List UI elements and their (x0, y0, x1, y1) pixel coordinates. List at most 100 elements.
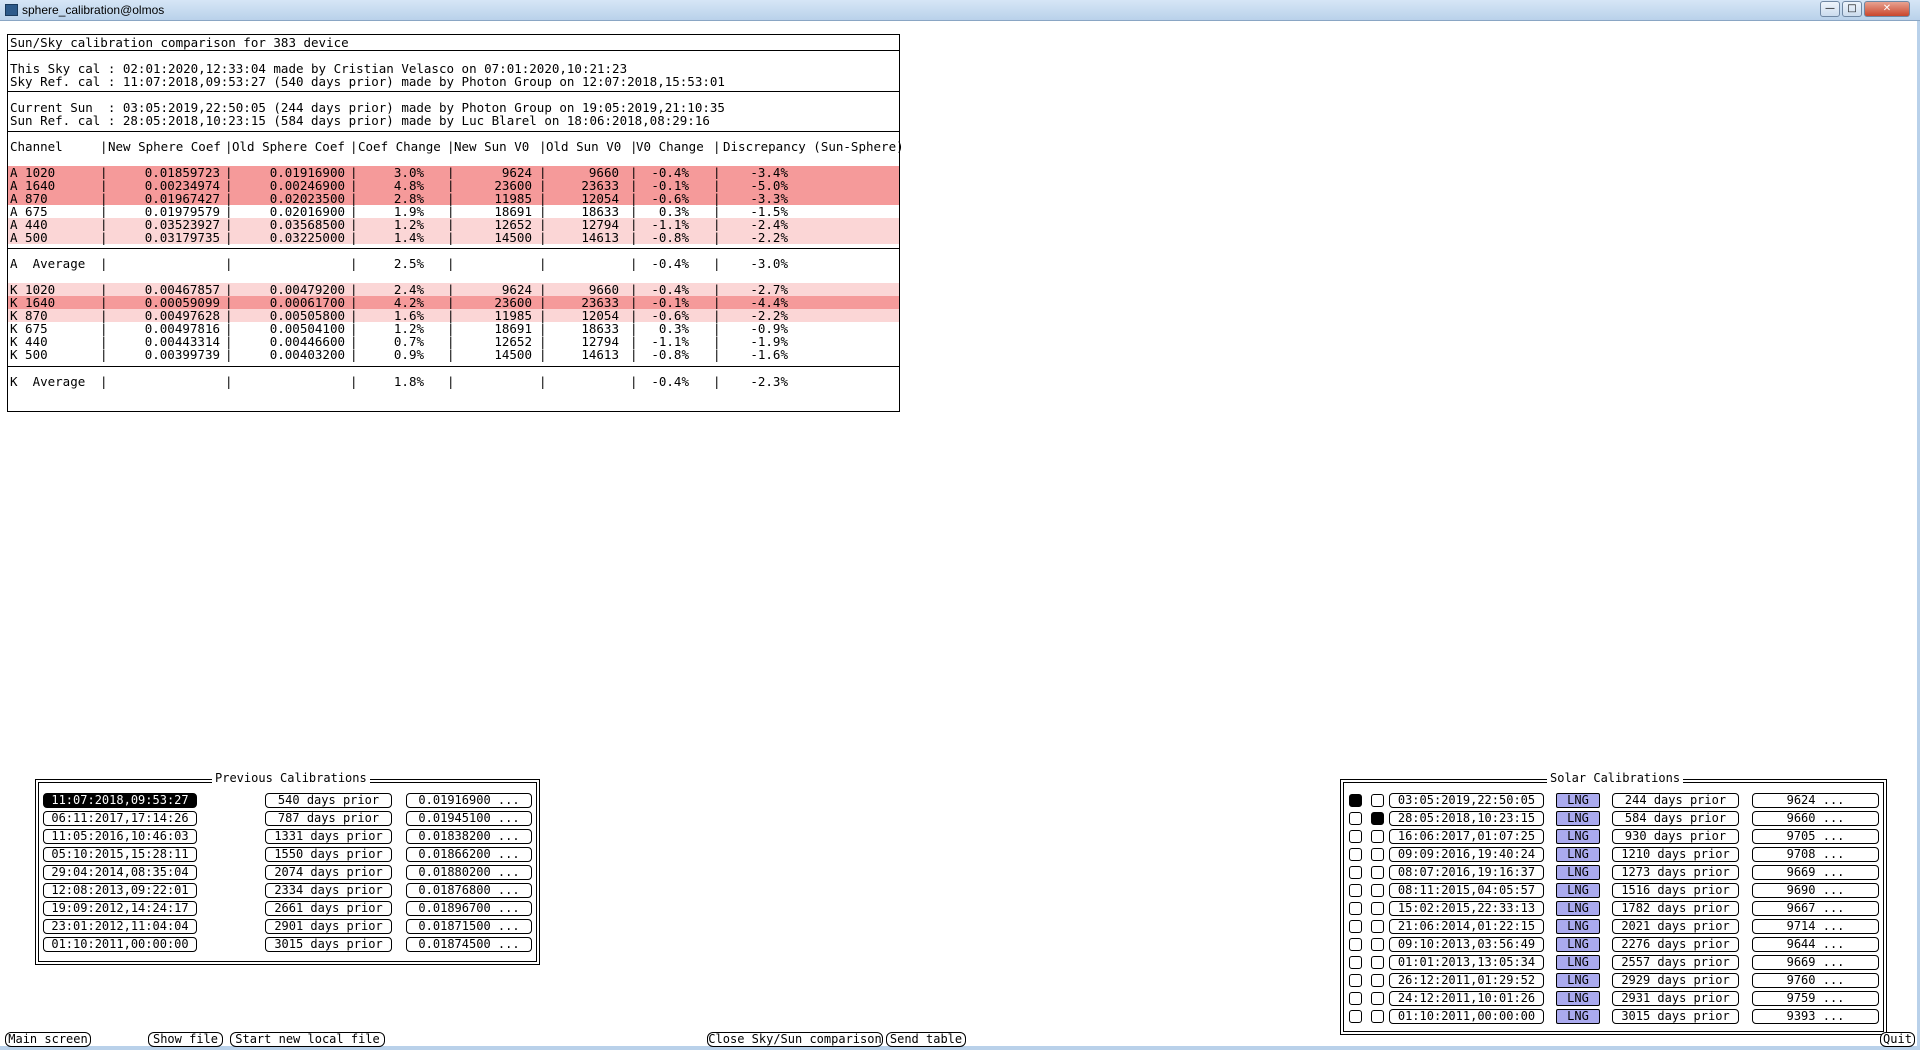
solar-calibration-v0[interactable]: 9624 ... (1752, 793, 1879, 808)
reference-sun-checkbox[interactable] (1371, 938, 1384, 951)
current-sun-checkbox[interactable] (1349, 794, 1362, 807)
previous-calibration-coef[interactable]: 0.01945100 ... (406, 811, 532, 826)
solar-calibration-days[interactable]: 2021 days prior (1612, 919, 1739, 934)
reference-sun-checkbox[interactable] (1371, 974, 1384, 987)
solar-calibration-days[interactable]: 2931 days prior (1612, 991, 1739, 1006)
previous-calibration-date[interactable]: 11:05:2016,10:46:03 (43, 829, 197, 844)
solar-calibration-days[interactable]: 1273 days prior (1612, 865, 1739, 880)
previous-calibration-coef[interactable]: 0.01880200 ... (406, 865, 532, 880)
previous-calibration-coef[interactable]: 0.01876800 ... (406, 883, 532, 898)
solar-calibration-days[interactable]: 3015 days prior (1612, 1009, 1739, 1024)
current-sun-checkbox[interactable] (1349, 830, 1362, 843)
reference-sun-checkbox[interactable] (1371, 920, 1384, 933)
start-new-local-file-button[interactable]: Start new local file (230, 1032, 385, 1047)
solar-calibration-v0[interactable]: 9660 ... (1752, 811, 1879, 826)
current-sun-checkbox[interactable] (1349, 1010, 1362, 1023)
reference-sun-checkbox[interactable] (1371, 794, 1384, 807)
show-file-button[interactable]: Show file (148, 1032, 223, 1047)
previous-calibration-days[interactable]: 2334 days prior (265, 883, 392, 898)
solar-calibration-date[interactable]: 21:06:2014,01:22:15 (1389, 919, 1544, 934)
solar-calibration-v0[interactable]: 9708 ... (1752, 847, 1879, 862)
lng-button[interactable]: LNG (1556, 901, 1600, 916)
solar-calibration-v0[interactable]: 9644 ... (1752, 937, 1879, 952)
solar-calibration-days[interactable]: 1516 days prior (1612, 883, 1739, 898)
current-sun-checkbox[interactable] (1349, 974, 1362, 987)
previous-calibration-days[interactable]: 2074 days prior (265, 865, 392, 880)
previous-calibration-days[interactable]: 1550 days prior (265, 847, 392, 862)
reference-sun-checkbox[interactable] (1371, 956, 1384, 969)
current-sun-checkbox[interactable] (1349, 992, 1362, 1005)
lng-button[interactable]: LNG (1556, 865, 1600, 880)
reference-sun-checkbox[interactable] (1371, 1010, 1384, 1023)
current-sun-checkbox[interactable] (1349, 920, 1362, 933)
solar-calibration-v0[interactable]: 9393 ... (1752, 1009, 1879, 1024)
solar-calibration-date[interactable]: 15:02:2015,22:33:13 (1389, 901, 1544, 916)
quit-button[interactable]: Quit (1880, 1032, 1915, 1047)
reference-sun-checkbox[interactable] (1371, 992, 1384, 1005)
solar-calibration-v0[interactable]: 9705 ... (1752, 829, 1879, 844)
previous-calibration-days[interactable]: 1331 days prior (265, 829, 392, 844)
previous-calibration-days[interactable]: 2901 days prior (265, 919, 392, 934)
solar-calibration-days[interactable]: 2557 days prior (1612, 955, 1739, 970)
previous-calibration-date[interactable]: 23:01:2012,11:04:04 (43, 919, 197, 934)
minimize-icon[interactable]: — (1820, 1, 1840, 17)
solar-calibration-v0[interactable]: 9760 ... (1752, 973, 1879, 988)
current-sun-checkbox[interactable] (1349, 884, 1362, 897)
previous-calibration-coef[interactable]: 0.01871500 ... (406, 919, 532, 934)
previous-calibration-coef[interactable]: 0.01838200 ... (406, 829, 532, 844)
close-icon[interactable]: ✕ (1864, 1, 1910, 17)
lng-button[interactable]: LNG (1556, 829, 1600, 844)
solar-calibration-date[interactable]: 26:12:2011,01:29:52 (1389, 973, 1544, 988)
current-sun-checkbox[interactable] (1349, 902, 1362, 915)
solar-calibration-date[interactable]: 16:06:2017,01:07:25 (1389, 829, 1544, 844)
solar-calibration-days[interactable]: 2929 days prior (1612, 973, 1739, 988)
lng-button[interactable]: LNG (1556, 883, 1600, 898)
reference-sun-checkbox[interactable] (1371, 866, 1384, 879)
lng-button[interactable]: LNG (1556, 973, 1600, 988)
lng-button[interactable]: LNG (1556, 847, 1600, 862)
solar-calibration-date[interactable]: 09:09:2016,19:40:24 (1389, 847, 1544, 862)
previous-calibration-coef[interactable]: 0.01866200 ... (406, 847, 532, 862)
solar-calibration-date[interactable]: 03:05:2019,22:50:05 (1389, 793, 1544, 808)
solar-calibration-days[interactable]: 930 days prior (1612, 829, 1739, 844)
solar-calibration-date[interactable]: 28:05:2018,10:23:15 (1389, 811, 1544, 826)
lng-button[interactable]: LNG (1556, 919, 1600, 934)
current-sun-checkbox[interactable] (1349, 938, 1362, 951)
solar-calibration-date[interactable]: 08:11:2015,04:05:57 (1389, 883, 1544, 898)
solar-calibration-days[interactable]: 1210 days prior (1612, 847, 1739, 862)
previous-calibration-days[interactable]: 787 days prior (265, 811, 392, 826)
solar-calibration-date[interactable]: 01:01:2013,13:05:34 (1389, 955, 1544, 970)
previous-calibration-date[interactable]: 06:11:2017,17:14:26 (43, 811, 197, 826)
solar-calibration-days[interactable]: 1782 days prior (1612, 901, 1739, 916)
previous-calibration-days[interactable]: 540 days prior (265, 793, 392, 808)
previous-calibration-days[interactable]: 3015 days prior (265, 937, 392, 952)
lng-button[interactable]: LNG (1556, 991, 1600, 1006)
lng-button[interactable]: LNG (1556, 811, 1600, 826)
solar-calibration-days[interactable]: 584 days prior (1612, 811, 1739, 826)
solar-calibration-v0[interactable]: 9669 ... (1752, 865, 1879, 880)
solar-calibration-date[interactable]: 01:10:2011,00:00:00 (1389, 1009, 1544, 1024)
previous-calibration-date[interactable]: 12:08:2013,09:22:01 (43, 883, 197, 898)
solar-calibration-date[interactable]: 08:07:2016,19:16:37 (1389, 865, 1544, 880)
reference-sun-checkbox[interactable] (1371, 812, 1384, 825)
reference-sun-checkbox[interactable] (1371, 884, 1384, 897)
previous-calibration-days[interactable]: 2661 days prior (265, 901, 392, 916)
reference-sun-checkbox[interactable] (1371, 830, 1384, 843)
solar-calibration-days[interactable]: 244 days prior (1612, 793, 1739, 808)
solar-calibration-date[interactable]: 09:10:2013,03:56:49 (1389, 937, 1544, 952)
main-screen-button[interactable]: Main screen (5, 1032, 91, 1047)
solar-calibration-days[interactable]: 2276 days prior (1612, 937, 1739, 952)
maximize-icon[interactable]: □ (1842, 1, 1862, 17)
current-sun-checkbox[interactable] (1349, 956, 1362, 969)
solar-calibration-v0[interactable]: 9669 ... (1752, 955, 1879, 970)
solar-calibration-v0[interactable]: 9714 ... (1752, 919, 1879, 934)
solar-calibration-v0[interactable]: 9667 ... (1752, 901, 1879, 916)
reference-sun-checkbox[interactable] (1371, 848, 1384, 861)
lng-button[interactable]: LNG (1556, 793, 1600, 808)
lng-button[interactable]: LNG (1556, 1009, 1600, 1024)
send-table-button[interactable]: Send table (886, 1032, 966, 1047)
previous-calibration-date[interactable]: 01:10:2011,00:00:00 (43, 937, 197, 952)
previous-calibration-coef[interactable]: 0.01916900 ... (406, 793, 532, 808)
solar-calibration-v0[interactable]: 9690 ... (1752, 883, 1879, 898)
previous-calibration-coef[interactable]: 0.01896700 ... (406, 901, 532, 916)
